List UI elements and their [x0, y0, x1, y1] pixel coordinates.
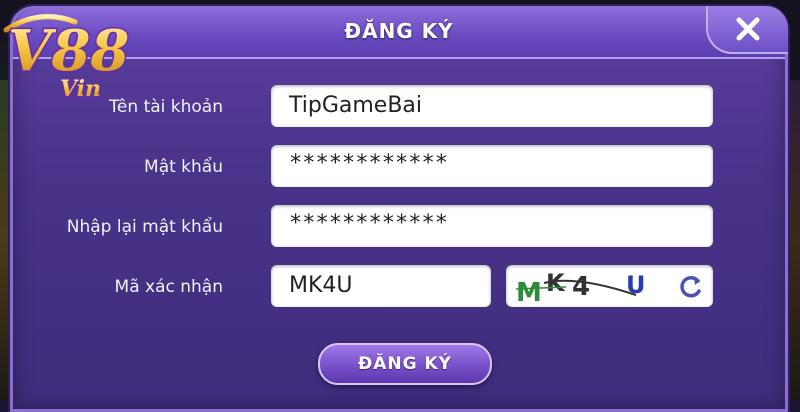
username-field[interactable]: TipGameBai: [271, 85, 713, 127]
captcha-refresh-button[interactable]: [677, 273, 705, 301]
captcha-image: M K 4 U: [506, 265, 713, 308]
confirm-password-value: ************: [289, 211, 448, 236]
register-button-label: ĐĂNG KÝ: [358, 354, 452, 374]
refresh-icon: [680, 276, 701, 298]
captcha-label: Mã xác nhận: [114, 277, 223, 297]
captcha-input-value: MK4U: [289, 273, 353, 298]
logo-sub-text: Vin: [60, 76, 101, 102]
close-icon: [736, 17, 760, 41]
password-value: ************: [289, 151, 448, 176]
confirm-password-field[interactable]: ************: [271, 205, 713, 247]
captcha-char-1: M: [516, 278, 542, 307]
register-button[interactable]: ĐĂNG KÝ: [318, 343, 492, 385]
password-label: Mật khẩu: [144, 157, 223, 177]
captcha-char-3: 4: [572, 272, 590, 302]
captcha-char-2: K: [546, 269, 566, 297]
password-field[interactable]: ************: [271, 145, 713, 187]
captcha-input[interactable]: MK4U: [271, 265, 491, 307]
username-value: TipGameBai: [289, 93, 423, 118]
close-button[interactable]: [706, 6, 788, 54]
v88-logo: V88 Vin: [3, 14, 131, 103]
confirm-password-label: Nhập lại mật khẩu: [66, 217, 223, 237]
logo-main-text: V88: [8, 18, 129, 84]
